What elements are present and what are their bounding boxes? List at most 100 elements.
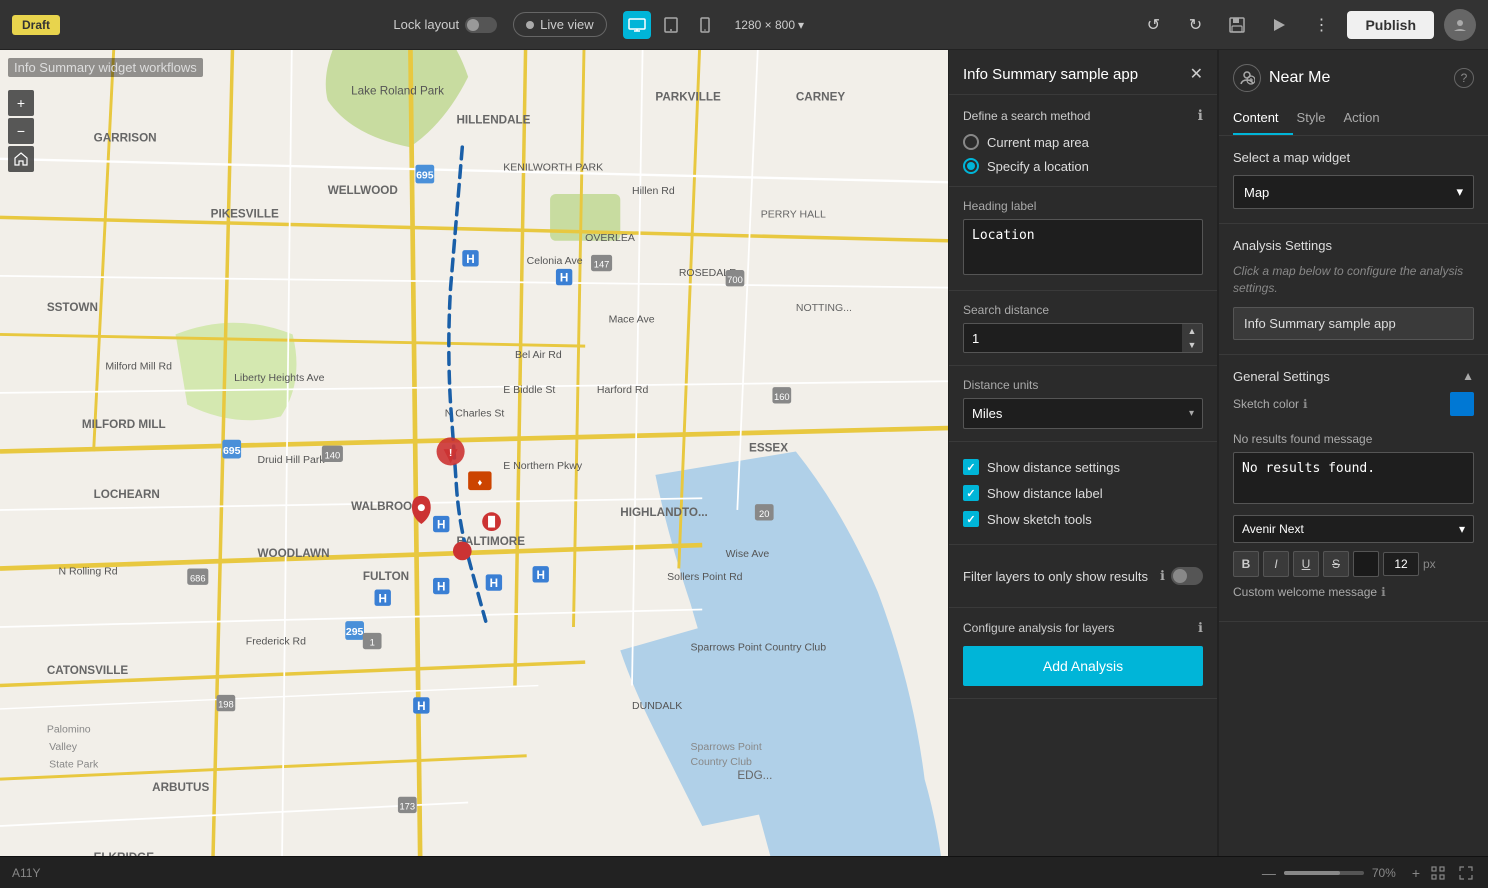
search-method-info-icon[interactable]: ℹ xyxy=(1198,107,1203,124)
checkbox-show-distance-settings[interactable]: Show distance settings xyxy=(963,454,1203,480)
svg-text:198: 198 xyxy=(218,700,234,710)
lock-layout-toggle[interactable] xyxy=(465,17,497,33)
zoom-minus[interactable]: — xyxy=(1262,865,1276,881)
tab-content[interactable]: Content xyxy=(1233,102,1293,135)
strikethrough-button[interactable]: S xyxy=(1323,551,1349,577)
widget-icon xyxy=(1233,64,1261,92)
font-size-input[interactable] xyxy=(1383,552,1419,576)
sketch-color-info[interactable]: ℹ xyxy=(1303,397,1308,411)
add-analysis-button[interactable]: Add Analysis xyxy=(963,646,1203,686)
italic-button[interactable]: I xyxy=(1263,551,1289,577)
tabs: Content Style Action xyxy=(1219,102,1488,136)
tablet-device-btn[interactable] xyxy=(657,11,685,39)
text-color-swatch[interactable] xyxy=(1353,551,1379,577)
fit-screen-button[interactable] xyxy=(1428,863,1448,883)
distance-units-dropdown[interactable]: Miles ▾ xyxy=(963,398,1203,429)
right-panel-title: Near Me xyxy=(1269,69,1330,87)
underline-button[interactable]: U xyxy=(1293,551,1319,577)
checkbox-show-sketch-tools[interactable]: Show sketch tools xyxy=(963,506,1203,532)
svg-text:Hillen Rd: Hillen Rd xyxy=(632,185,675,197)
distance-units-section: Distance units Miles ▾ xyxy=(949,366,1217,442)
svg-text:695: 695 xyxy=(223,445,241,457)
radio-current-map-area[interactable]: Current map area xyxy=(963,134,1203,150)
svg-text:Harford Rd: Harford Rd xyxy=(597,384,649,396)
desktop-device-btn[interactable] xyxy=(623,11,651,39)
svg-text:LOCHEARN: LOCHEARN xyxy=(94,488,160,501)
svg-text:N Rolling Rd: N Rolling Rd xyxy=(59,565,118,577)
svg-text:WALBROOK: WALBROOK xyxy=(351,500,421,513)
font-dropdown[interactable]: Avenir Next ▾ xyxy=(1233,515,1474,543)
save-button[interactable] xyxy=(1221,9,1253,41)
publish-button[interactable]: Publish xyxy=(1347,11,1434,39)
preview-button[interactable] xyxy=(1263,9,1295,41)
heading-label-input[interactable]: Location xyxy=(963,219,1203,275)
svg-text:Mace Ave: Mace Ave xyxy=(609,314,655,326)
select-map-section: Select a map widget Map ▾ xyxy=(1219,136,1488,224)
no-results-textarea[interactable]: No results found. xyxy=(1233,452,1474,504)
analysis-map-item[interactable]: Info Summary sample app xyxy=(1233,307,1474,340)
general-settings-title: General Settings xyxy=(1233,369,1330,384)
panel-header-icons: ✕ xyxy=(1190,64,1203,84)
bold-button[interactable]: B xyxy=(1233,551,1259,577)
px-label: px xyxy=(1423,557,1436,571)
configure-info-icon[interactable]: ℹ xyxy=(1198,620,1203,636)
radio-specify-location[interactable]: Specify a location xyxy=(963,158,1203,174)
resolution-label: 1280 × 800 xyxy=(735,18,795,32)
sketch-color-row: Sketch color ℹ xyxy=(1233,384,1474,424)
svg-text:HILLENDALE: HILLENDALE xyxy=(456,114,530,127)
home-button[interactable] xyxy=(8,146,34,172)
map-select-arrow: ▾ xyxy=(1456,184,1463,200)
search-method-section: Define a search method ℹ Current map are… xyxy=(949,95,1217,187)
zoom-out-button[interactable]: − xyxy=(8,118,34,144)
general-settings-header[interactable]: General Settings ▲ xyxy=(1233,369,1474,384)
filter-toggle-icons: ℹ xyxy=(1160,567,1203,585)
zoom-plus[interactable]: + xyxy=(1412,865,1420,881)
svg-text:140: 140 xyxy=(325,450,341,460)
svg-text:OVERLEA: OVERLEA xyxy=(585,232,635,244)
spin-down-button[interactable]: ▼ xyxy=(1182,338,1202,352)
svg-text:Sollers Point Rd: Sollers Point Rd xyxy=(667,571,743,583)
svg-text:WOODLAWN: WOODLAWN xyxy=(257,547,329,560)
svg-text:700: 700 xyxy=(727,275,743,285)
svg-text:DUNDALK: DUNDALK xyxy=(632,700,682,712)
tab-action[interactable]: Action xyxy=(1343,102,1393,135)
filter-info-icon[interactable]: ℹ xyxy=(1160,568,1165,584)
zoom-in-button[interactable]: + xyxy=(8,90,34,116)
mobile-device-btn[interactable] xyxy=(691,11,719,39)
distance-units-label: Distance units xyxy=(963,378,1203,392)
search-distance-input[interactable] xyxy=(964,324,1182,352)
checkbox-show-distance-label[interactable]: Show distance label xyxy=(963,480,1203,506)
panel-close-button[interactable]: ✕ xyxy=(1190,64,1203,84)
search-distance-label: Search distance xyxy=(963,303,1203,317)
undo-button[interactable]: ↺ xyxy=(1137,9,1169,41)
radio-circle-current xyxy=(963,134,979,150)
live-view-button[interactable]: Live view xyxy=(513,12,606,37)
map-area: Info Summary widget workflows + − xyxy=(0,50,948,888)
filter-label: Filter layers to only show results xyxy=(963,569,1160,584)
svg-text:Milford Mill Rd: Milford Mill Rd xyxy=(105,361,172,373)
resolution-button[interactable]: 1280 × 800 ▾ xyxy=(735,18,804,32)
more-options-button[interactable]: ⋮ xyxy=(1305,9,1337,41)
svg-text:EDG...: EDG... xyxy=(737,769,772,782)
filter-toggle[interactable] xyxy=(1171,567,1203,585)
spin-up-button[interactable]: ▲ xyxy=(1182,324,1202,338)
right-panel-title-row: Near Me xyxy=(1233,64,1330,92)
custom-welcome-info[interactable]: ℹ xyxy=(1381,585,1386,599)
help-icon[interactable]: ? xyxy=(1454,68,1474,88)
fullscreen-button[interactable] xyxy=(1456,863,1476,883)
user-avatar[interactable] xyxy=(1444,9,1476,41)
svg-text:E Biddle St: E Biddle St xyxy=(503,384,555,396)
zoom-slider[interactable] xyxy=(1284,871,1364,875)
svg-text:H: H xyxy=(490,577,498,590)
radio-group: Current map area Specify a location xyxy=(963,134,1203,174)
redo-button[interactable]: ↻ xyxy=(1179,9,1211,41)
tab-style[interactable]: Style xyxy=(1297,102,1340,135)
search-distance-section: Search distance ▲ ▼ xyxy=(949,291,1217,366)
sketch-color-swatch[interactable] xyxy=(1450,392,1474,416)
map-select-dropdown[interactable]: Map ▾ xyxy=(1233,175,1474,209)
resolution-arrow: ▾ xyxy=(798,18,804,32)
svg-text:Frederick Rd: Frederick Rd xyxy=(246,636,306,648)
font-value: Avenir Next xyxy=(1242,522,1304,536)
live-dot xyxy=(526,21,534,29)
search-distance-input-group: ▲ ▼ xyxy=(963,323,1203,353)
